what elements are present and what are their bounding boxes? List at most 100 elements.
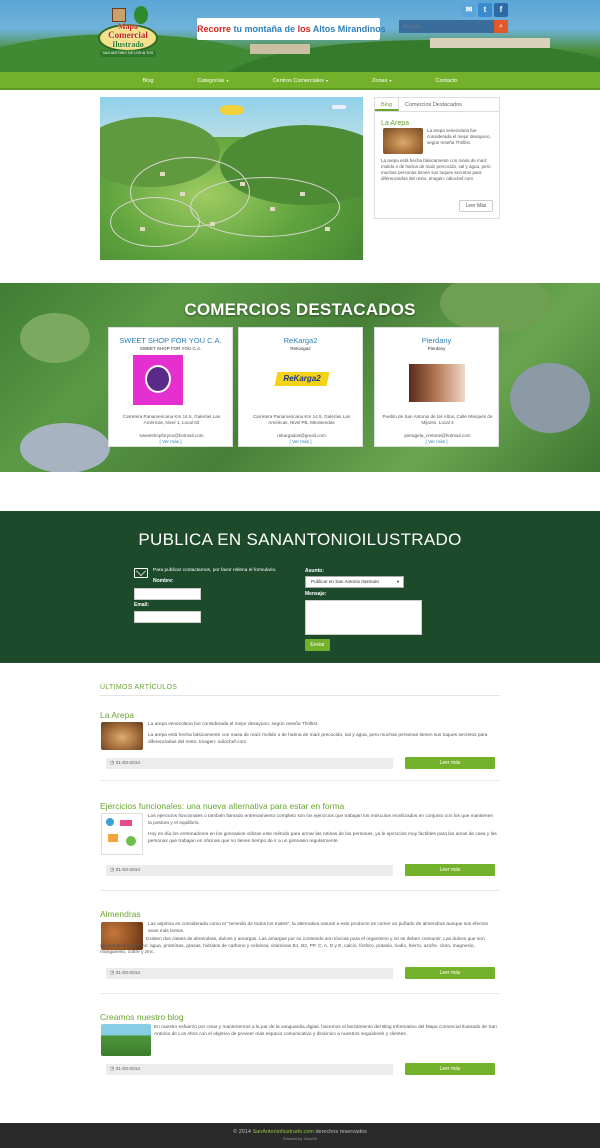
enviar-button[interactable]: Enviar <box>305 639 330 651</box>
article-title[interactable]: La Arepa <box>100 710 134 720</box>
map-building <box>210 222 215 226</box>
article-excerpt: En nuestro esfuerzo por crear y mantener… <box>154 1025 497 1037</box>
nav-item-label: Centros Comerciales <box>272 78 324 84</box>
tagline-part1: Recorre <box>197 24 232 34</box>
article-thumbnail[interactable] <box>101 813 143 855</box>
business-card: ReKarga2 ReKarga2 ReKarga2 Carretera Pan… <box>238 327 363 447</box>
business-name[interactable]: ReKarga2 <box>239 336 362 345</box>
copyright-suffix: derechos reservados <box>315 1129 367 1135</box>
business-subtitle: SWEET SHOP FOR YOU C.A. <box>139 346 202 351</box>
rekarga2-logo[interactable]: ReKarga2 <box>274 370 330 394</box>
rekarga2-logo-text: ReKarga2 <box>283 374 321 383</box>
map-road <box>110 197 200 247</box>
business-name[interactable]: SWEET SHOP FOR YOU C.A. <box>109 336 232 345</box>
widget-post-body: La arepa está hecha básicamente con masa… <box>381 158 491 181</box>
leer-mas-button[interactable]: Leer Más <box>459 200 493 212</box>
facebook-icon[interactable]: f <box>494 3 508 17</box>
search-icon: ⌕ <box>499 23 503 30</box>
search-bar: ⌕ <box>399 20 508 33</box>
header-town <box>250 44 310 54</box>
leer-mas-button[interactable]: Leer más <box>405 1063 495 1075</box>
tab-comercios-destacados[interactable]: Comercios Destacados <box>399 98 468 111</box>
twitter-icon[interactable]: t <box>478 3 492 17</box>
article-title[interactable]: Almendras <box>100 909 141 919</box>
featured-section: COMERCIOS DESTACADOS SWEET SHOP FOR YOU … <box>0 283 600 472</box>
article-thumbnail[interactable] <box>101 722 143 750</box>
ver-mas-link[interactable]: [ Ver más ] <box>239 439 362 444</box>
article-excerpt: La arepa venezolana fue considerada el m… <box>148 722 319 727</box>
main-nav: Blog Categorías ▾ Centros Comerciales ▾ … <box>0 72 600 90</box>
article-date: 31-03-2014 <box>115 1067 141 1072</box>
article-date: 31-03-2014 <box>115 971 141 976</box>
article-date-bar: ◷ 31-03-2014 <box>106 758 393 769</box>
exercise-figure-icon <box>120 820 132 826</box>
logo-house-icon <box>112 8 126 22</box>
map-background <box>20 423 110 472</box>
caret-down-icon: ▾ <box>388 78 392 83</box>
caret-down-icon: ▾ <box>225 78 229 83</box>
pierdany-image[interactable] <box>409 364 465 402</box>
article-excerpt: Las aspirina es considerada como el "rem… <box>148 922 488 934</box>
nav-item-zonas[interactable]: Zonas ▾ <box>350 72 413 88</box>
ver-mas-link[interactable]: [ Ver más ] <box>375 439 498 444</box>
nav-item-contacto[interactable]: Contacto <box>413 72 479 88</box>
chevron-down-icon: ▼ <box>396 579 400 584</box>
article-date-bar: ◷ 31-03-2014 <box>106 1064 393 1075</box>
business-name[interactable]: Pierdany <box>375 336 498 345</box>
article-title[interactable]: Creamos nuestro blog <box>100 1012 184 1022</box>
nav-item-categorias[interactable]: Categorías ▾ <box>176 72 251 88</box>
search-button[interactable]: ⌕ <box>494 20 508 33</box>
logo-ribbon: SAN ANTONIO DE LOS ALTOS <box>100 50 156 57</box>
nav-item-label: Blog <box>142 78 154 84</box>
exercise-figure-icon <box>106 818 114 826</box>
exercise-figure-icon <box>108 834 118 842</box>
business-subtitle: ReKarga2 <box>290 346 311 351</box>
leer-mas-button[interactable]: Leer más <box>405 757 495 769</box>
article-thumbnail[interactable] <box>101 1024 151 1056</box>
map-plane-icon <box>332 105 346 109</box>
tab-blog[interactable]: Blog <box>375 98 400 111</box>
ver-mas-link[interactable]: [ Ver más ] <box>109 439 232 444</box>
email-field[interactable] <box>134 611 201 623</box>
nombre-label: Nombre: <box>153 578 174 584</box>
powered-by[interactable]: Powered by: ZeusOb <box>0 1137 600 1141</box>
site-logo[interactable]: Mapa Comercial Ilustrado SAN ANTONIO DE … <box>94 6 162 60</box>
site-link[interactable]: SanAntonioIlustrado.com <box>252 1129 313 1135</box>
publish-title: PUBLICA EN SANANTONIOILUSTRADO <box>138 530 462 549</box>
nombre-field[interactable] <box>134 588 201 600</box>
article-date: 31-03-2014 <box>115 868 141 873</box>
header-town <box>430 38 550 48</box>
article-body: Hoy en día los entrenadores en los gimna… <box>148 832 497 844</box>
article-body: Existen dos clases de almendras, dulces … <box>100 937 485 955</box>
logo-line2: Comercial <box>108 30 148 40</box>
caret-down-icon: ▾ <box>324 78 329 83</box>
leer-mas-button[interactable]: Leer más <box>405 864 495 876</box>
article-date: 31-03-2014 <box>115 761 141 766</box>
article-title[interactable]: Ejercicios funcionales: una nueva altern… <box>100 801 344 811</box>
sweet-shop-logo[interactable] <box>133 355 183 405</box>
publish-section: PUBLICA EN SANANTONIOILUSTRADO Para publ… <box>0 511 600 663</box>
asunto-value: Publicar en San Antonio Ilustrado <box>311 579 379 584</box>
arepa-thumbnail[interactable] <box>383 128 423 154</box>
leer-mas-button[interactable]: Leer más <box>405 967 495 979</box>
search-input[interactable] <box>399 20 494 33</box>
map-building <box>160 172 165 176</box>
illustrated-map[interactable] <box>100 97 363 260</box>
tagline-part4: Altos Mirandinos <box>312 24 386 34</box>
mensaje-textarea[interactable] <box>305 600 422 635</box>
article-body: La arepa está hecha básicamente con masa… <box>148 733 488 745</box>
nav-item-label: Categorías <box>197 78 225 84</box>
nav-item-blog[interactable]: Blog <box>121 72 176 88</box>
copyright-prefix: © 2014 <box>233 1129 251 1135</box>
business-address: Carretera Panamericana Km 14.5, Galerías… <box>252 414 351 426</box>
featured-title: COMERCIOS DESTACADOS <box>184 300 416 319</box>
mail-icon[interactable]: ✉ <box>462 3 476 17</box>
divider <box>100 890 500 891</box>
widget-post-title[interactable]: La Arepa <box>381 120 409 127</box>
map-road <box>190 177 340 237</box>
business-address: Pueblo de San Antonio de los Altos, Call… <box>382 414 493 426</box>
asunto-select[interactable]: Publicar en San Antonio Ilustrado ▼ <box>305 576 404 588</box>
nav-item-centros-comerciales[interactable]: Centros Comerciales ▾ <box>251 72 350 88</box>
site-header: Mapa Comercial Ilustrado SAN ANTONIO DE … <box>0 0 600 72</box>
map-frog-icon <box>220 105 244 115</box>
